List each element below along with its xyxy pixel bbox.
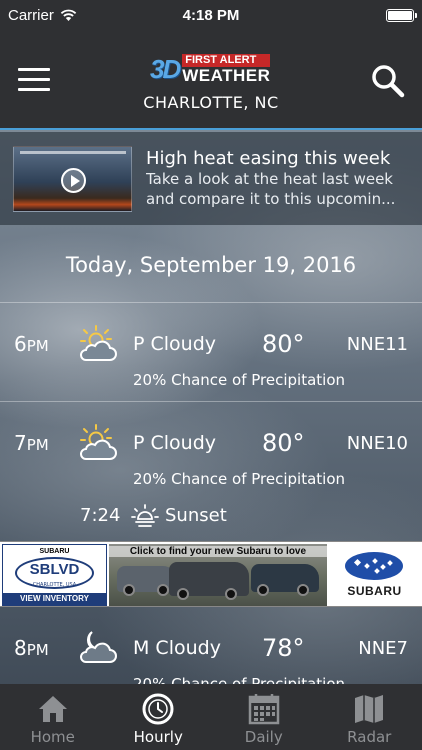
subaru-wordmark: SUBARU <box>347 584 402 598</box>
carrier-label: Carrier <box>8 6 54 24</box>
tab-label: Hourly <box>133 728 183 746</box>
date-heading-row: Today, September 19, 2016 <box>0 226 422 303</box>
search-icon[interactable] <box>370 63 406 99</box>
wifi-icon <box>60 9 77 21</box>
tab-bar: Home Hourly Daily Radar <box>0 684 422 750</box>
hourly-row[interactable]: 8PM M Cloudy 78° NNE7 20% Chance of Prec… <box>0 608 422 684</box>
video-thumbnail[interactable] <box>13 146 132 212</box>
logo-weather: WEATHER <box>182 66 271 85</box>
hourly-row[interactable]: 7PM P Cloudy 80° NNE10 20% Chance of Pre… <box>0 403 422 540</box>
hour-condition: P Cloudy <box>133 432 217 454</box>
tab-daily[interactable]: Daily <box>211 684 317 750</box>
hour-temperature: 80° <box>262 429 305 457</box>
subaru-brand-logo[interactable]: SUBARU <box>329 544 420 606</box>
tab-label: Radar <box>347 728 392 746</box>
tab-home[interactable]: Home <box>0 684 106 750</box>
hour-temperature: 80° <box>262 330 305 358</box>
hour-precip-chance: 20% Chance of Precipitation <box>133 371 346 389</box>
hour-wind: NNE11 <box>346 334 408 355</box>
sunset-icon <box>131 504 159 527</box>
hour-time: 6PM <box>14 332 49 356</box>
tab-label: Daily <box>244 728 283 746</box>
hour-precip-chance: 20% Chance of Precipitation <box>133 675 346 684</box>
hour-temperature: 78° <box>262 634 305 662</box>
map-icon <box>355 695 384 723</box>
clock-icon <box>142 693 174 725</box>
hour-precip-chance: 20% Chance of Precipitation <box>133 470 346 488</box>
hour-condition: M Cloudy <box>133 637 221 659</box>
hour-time: 8PM <box>14 636 49 660</box>
news-video-item[interactable]: High heat easing this week Take a look a… <box>0 132 422 225</box>
news-description: Take a look at the heat last week and co… <box>146 170 396 208</box>
subaru-stars-icon <box>345 552 403 580</box>
home-icon <box>38 696 67 722</box>
first-alert-weather-logo: 3D FIRST ALERT WEATHER <box>150 54 272 84</box>
news-title: High heat easing this week <box>146 148 391 169</box>
ad-car-image[interactable]: Click to find your new Subaru to love <box>109 544 327 606</box>
ad-banner-text: Click to find your new Subaru to love <box>109 546 327 557</box>
hamburger-menu-icon[interactable] <box>18 68 50 92</box>
sunset-time: 7:24 <box>80 505 121 526</box>
subaru-ad-banner[interactable]: SUBARU SBLVD CHARLOTTE, USA VIEW INVENTO… <box>0 541 422 607</box>
location-label: CHARLOTTE, NC <box>143 93 279 112</box>
calendar-icon <box>248 694 279 725</box>
hour-wind: NNE10 <box>346 433 408 454</box>
dealer-logo[interactable]: SUBARU SBLVD CHARLOTTE, USA VIEW INVENTO… <box>2 544 107 606</box>
tab-label: Home <box>30 728 75 746</box>
hourly-row[interactable]: 6PM P Cloudy 80° NNE11 20% Chance of Pre… <box>0 304 422 402</box>
partly-cloudy-icon <box>80 424 117 460</box>
mostly-cloudy-night-icon <box>80 631 117 663</box>
hour-wind: NNE7 <box>358 638 408 659</box>
battery-icon <box>386 8 417 22</box>
tab-hourly[interactable]: Hourly <box>106 684 212 750</box>
logo-mark: 3D <box>150 53 181 84</box>
date-heading: Today, September 19, 2016 <box>65 253 357 277</box>
app-header: 3D FIRST ALERT WEATHER CHARLOTTE, NC <box>0 30 422 130</box>
partly-cloudy-icon <box>80 325 117 361</box>
hour-condition: P Cloudy <box>133 333 217 355</box>
play-icon[interactable] <box>61 168 86 193</box>
status-bar: Carrier 4:18 PM <box>0 0 422 30</box>
view-inventory-button[interactable]: VIEW INVENTORY <box>3 593 106 605</box>
hour-time: 7PM <box>14 431 49 455</box>
sunset-label: Sunset <box>165 505 227 526</box>
tab-radar[interactable]: Radar <box>317 684 422 750</box>
